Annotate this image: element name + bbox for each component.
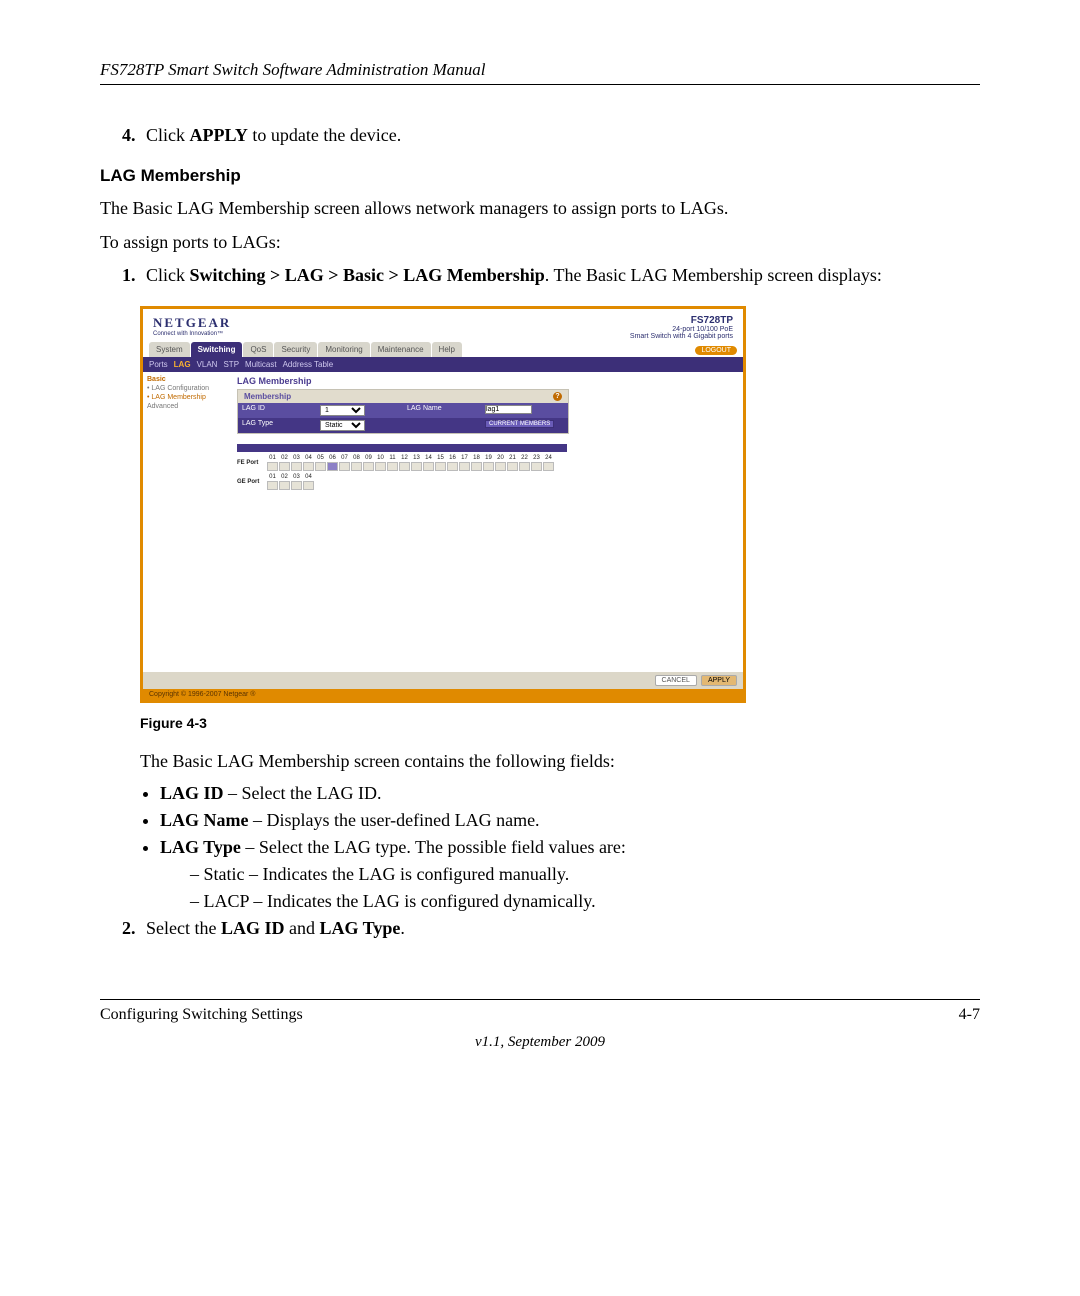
field-bullets: LAG ID – Select the LAG ID. LAG Name – D…: [140, 783, 980, 912]
product-label: FS728TP 24-port 10/100 PoE Smart Switch …: [630, 315, 733, 340]
fe-port-08[interactable]: [351, 462, 362, 471]
fe-port-12[interactable]: [399, 462, 410, 471]
bullet-lag-name: LAG Name – Displays the user-defined LAG…: [160, 810, 980, 831]
lag-type-select[interactable]: Static: [320, 420, 365, 431]
intro-paragraph-1: The Basic LAG Membership screen allows n…: [100, 196, 980, 220]
fe-port-06[interactable]: [327, 462, 338, 471]
dash-static: Static – Indicates the LAG is configured…: [190, 864, 980, 885]
fe-port-17[interactable]: [459, 462, 470, 471]
tab-monitoring[interactable]: Monitoring: [318, 342, 369, 357]
fe-port-03[interactable]: [291, 462, 302, 471]
fe-port-11[interactable]: [387, 462, 398, 471]
step-4: Click APPLY to update the device.: [140, 125, 980, 146]
bullet-lag-type: LAG Type – Select the LAG type. The poss…: [160, 837, 980, 912]
embedded-screenshot: NETGEAR Connect with Innovation™ FS728TP…: [140, 306, 746, 703]
footer-left: Configuring Switching Settings: [100, 1006, 303, 1024]
lag-id-select[interactable]: 1: [320, 405, 365, 416]
running-header: FS728TP Smart Switch Software Administra…: [100, 60, 980, 85]
bottom-action-bar: CANCEL APPLY: [143, 672, 743, 689]
footer-center: v1.1, September 2009: [100, 1034, 980, 1051]
step-list-bottom: Select the LAG ID and LAG Type.: [100, 918, 980, 939]
fe-port-13[interactable]: [411, 462, 422, 471]
ge-port-04[interactable]: [303, 481, 314, 490]
fe-port-23[interactable]: [531, 462, 542, 471]
fe-port-16[interactable]: [447, 462, 458, 471]
ge-port-01[interactable]: [267, 481, 278, 490]
dash-lacp: LACP – Indicates the LAG is configured d…: [190, 891, 980, 912]
fe-port-19[interactable]: [483, 462, 494, 471]
main-tabs: SystemSwitchingQoSSecurityMonitoringMain…: [149, 342, 463, 357]
fe-port-05[interactable]: [315, 462, 326, 471]
fe-port-09[interactable]: [363, 462, 374, 471]
fe-port-label: FE Port: [237, 460, 267, 466]
numbered-steps: Click Switching > LAG > Basic > LAG Memb…: [100, 265, 980, 286]
sidebar-group-advanced[interactable]: Advanced: [147, 403, 227, 410]
sidebar-item-lag-configuration[interactable]: • LAG Configuration: [147, 385, 227, 392]
step-2: Select the LAG ID and LAG Type.: [140, 918, 980, 939]
membership-panel: Membership ? LAG ID1LAG NameLAG TypeStat…: [237, 389, 569, 434]
lag-name-input[interactable]: [485, 405, 532, 414]
tab-system[interactable]: System: [149, 342, 190, 357]
subtab-address-table[interactable]: Address Table: [283, 360, 334, 369]
fe-port-24[interactable]: [543, 462, 554, 471]
tab-switching[interactable]: Switching: [191, 342, 243, 357]
footer-right: 4-7: [959, 1006, 980, 1024]
fe-port-02[interactable]: [279, 462, 290, 471]
sub-tabs: Ports LAG VLAN STP Multicast Address Table: [143, 357, 743, 372]
sidebar: Basic • LAG Configuration • LAG Membershi…: [143, 372, 231, 672]
port-block: FE Port 01020304050607080910111213141516…: [237, 444, 567, 490]
ge-port-03[interactable]: [291, 481, 302, 490]
panel-header-label: Membership: [244, 392, 291, 401]
subtab-vlan[interactable]: VLAN: [197, 360, 218, 369]
figure-caption: Figure 4-3: [140, 715, 980, 731]
fe-port-14[interactable]: [423, 462, 434, 471]
sidebar-item-lag-membership[interactable]: • LAG Membership: [147, 394, 227, 401]
subtab-multicast[interactable]: Multicast: [245, 360, 277, 369]
after-figure-text: The Basic LAG Membership screen contains…: [140, 749, 980, 773]
netgear-logo: NETGEAR: [153, 315, 231, 331]
fe-port-22[interactable]: [519, 462, 530, 471]
step-list-top: Click APPLY to update the device.: [100, 125, 980, 146]
fe-port-01[interactable]: [267, 462, 278, 471]
sidebar-group-basic[interactable]: Basic: [147, 376, 227, 383]
fe-port-18[interactable]: [471, 462, 482, 471]
subtab-stp[interactable]: STP: [223, 360, 239, 369]
help-icon[interactable]: ?: [553, 392, 562, 401]
lag-type-values: Static – Indicates the LAG is configured…: [190, 864, 980, 912]
ge-port-label: GE Port: [237, 479, 267, 485]
tab-qos[interactable]: QoS: [243, 342, 273, 357]
ge-port-02[interactable]: [279, 481, 290, 490]
subtab-lag[interactable]: LAG: [174, 360, 191, 369]
tab-maintenance[interactable]: Maintenance: [371, 342, 431, 357]
step-1: Click Switching > LAG > Basic > LAG Memb…: [140, 265, 980, 286]
page-footer: Configuring Switching Settings 4-7: [100, 999, 980, 1024]
current-members-button[interactable]: CURRENT MEMBERS: [485, 420, 554, 428]
apply-button[interactable]: APPLY: [701, 675, 737, 686]
copyright-footer: Copyright © 1996-2007 Netgear ®: [143, 689, 743, 700]
tab-security[interactable]: Security: [274, 342, 317, 357]
fe-port-10[interactable]: [375, 462, 386, 471]
bullet-lag-id: LAG ID – Select the LAG ID.: [160, 783, 980, 804]
netgear-tagline: Connect with Innovation™: [153, 331, 231, 337]
fe-port-15[interactable]: [435, 462, 446, 471]
fe-port-04[interactable]: [303, 462, 314, 471]
panel-title: LAG Membership: [237, 376, 737, 386]
tab-help[interactable]: Help: [432, 342, 462, 357]
fe-port-21[interactable]: [507, 462, 518, 471]
intro-paragraph-2: To assign ports to LAGs:: [100, 230, 980, 254]
fe-port-20[interactable]: [495, 462, 506, 471]
section-heading-lag-membership: LAG Membership: [100, 166, 980, 186]
cancel-button[interactable]: CANCEL: [655, 675, 697, 686]
subtab-ports[interactable]: Ports: [149, 360, 168, 369]
logout-button[interactable]: LOGOUT: [695, 346, 737, 355]
fe-port-07[interactable]: [339, 462, 350, 471]
